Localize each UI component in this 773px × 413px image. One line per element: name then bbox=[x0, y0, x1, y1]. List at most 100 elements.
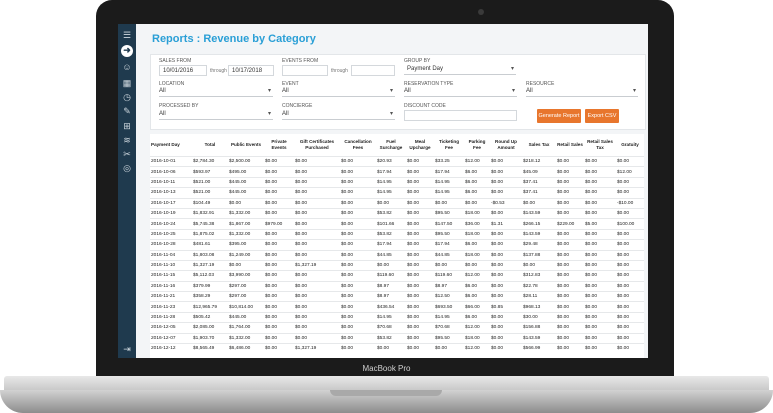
clock-icon[interactable]: ◷ bbox=[122, 92, 132, 102]
reservation-type-select[interactable]: All ▾ bbox=[404, 86, 517, 97]
table-cell: $0.00 bbox=[340, 322, 376, 334]
table-cell: $693.50 bbox=[434, 301, 464, 313]
column-header[interactable]: Gift Certificates Purchased bbox=[294, 134, 340, 157]
table-cell: $0.00 bbox=[264, 249, 294, 261]
layers-icon[interactable]: ≋ bbox=[122, 135, 132, 145]
table-cell: $0.00 bbox=[340, 228, 376, 240]
column-header[interactable]: Round Up Amount bbox=[490, 134, 522, 157]
table-cell: $12.00 bbox=[464, 155, 490, 167]
table-cell: $1,867.00 bbox=[228, 218, 264, 230]
table-cell: $0.00 bbox=[584, 270, 616, 282]
event-select[interactable]: All ▾ bbox=[282, 86, 395, 97]
column-header[interactable]: Cancellation Fees bbox=[340, 134, 376, 157]
column-header[interactable]: Meal Upcharge bbox=[406, 134, 434, 157]
table-cell: $104.49 bbox=[192, 197, 228, 209]
table-cell: $0.00 bbox=[490, 166, 522, 178]
cart-icon[interactable]: ⊞ bbox=[122, 121, 132, 131]
events-through-label: through bbox=[331, 68, 348, 74]
table-cell: $0.00 bbox=[376, 259, 406, 271]
table-cell: $95.50 bbox=[434, 228, 464, 240]
resource-select[interactable]: All ▾ bbox=[526, 86, 638, 97]
processed-by-select[interactable]: All ▾ bbox=[159, 109, 273, 120]
sales-to-input[interactable]: 10/17/2018 bbox=[228, 65, 274, 76]
calendar-icon[interactable]: ▦ bbox=[122, 78, 132, 88]
menu-icon[interactable]: ☰ bbox=[122, 30, 132, 40]
table-cell: $0.00 bbox=[556, 259, 584, 271]
table-cell: $0.00 bbox=[616, 259, 644, 271]
table-cell: $968.13 bbox=[522, 301, 556, 313]
concierge-select[interactable]: All ▾ bbox=[282, 109, 395, 120]
export-csv-button[interactable]: Export CSV bbox=[585, 109, 619, 123]
table-cell: $0.00 bbox=[264, 301, 294, 313]
table-cell: $12,965.79 bbox=[192, 301, 228, 313]
table-cell: $17.94 bbox=[434, 239, 464, 251]
column-header[interactable]: Payment Day bbox=[150, 134, 192, 157]
table-cell: $0.00 bbox=[340, 280, 376, 292]
table-cell: $0.00 bbox=[406, 197, 434, 209]
table-cell: $495.00 bbox=[228, 166, 264, 178]
column-header[interactable]: Fuel Surcharge bbox=[376, 134, 406, 157]
table-cell: $44.85 bbox=[376, 249, 406, 261]
generate-report-button[interactable]: Generate Report bbox=[537, 109, 581, 123]
table-cell: $445.00 bbox=[228, 311, 264, 323]
table-cell: $6.00 bbox=[464, 280, 490, 292]
table-cell: $2,500.00 bbox=[228, 155, 264, 167]
table-cell: $0.00 bbox=[264, 322, 294, 334]
table-cell: $0.00 bbox=[264, 280, 294, 292]
column-header[interactable]: Gratuity bbox=[616, 134, 644, 157]
table-cell: $1,832.91 bbox=[192, 207, 228, 219]
column-header[interactable]: Public Events bbox=[228, 134, 264, 157]
sales-from-input[interactable]: 10/01/2016 bbox=[159, 65, 207, 76]
location-select[interactable]: All ▾ bbox=[159, 86, 273, 97]
table-cell: $28.11 bbox=[522, 291, 556, 302]
table-cell: $0.00 bbox=[406, 187, 434, 199]
table-cell: $0.00 bbox=[616, 239, 644, 251]
table-cell: $0.00 bbox=[464, 259, 490, 271]
table-cell: $0.00 bbox=[294, 311, 340, 323]
user-icon[interactable]: ☺ bbox=[122, 62, 132, 72]
table-cell: -$10.00 bbox=[616, 197, 644, 209]
group-by-select[interactable]: Payment Day ▾ bbox=[404, 64, 516, 75]
table-cell: $0.00 bbox=[490, 176, 522, 188]
camera-icon bbox=[478, 9, 484, 15]
column-header[interactable]: Sales Tax bbox=[522, 134, 556, 157]
tag-icon[interactable]: ✎ bbox=[122, 106, 132, 116]
events-to-input[interactable] bbox=[351, 65, 395, 76]
globe-icon[interactable]: ◎ bbox=[122, 163, 132, 173]
column-header[interactable]: Total bbox=[192, 134, 228, 157]
column-header[interactable]: Ticketing Fee bbox=[434, 134, 464, 157]
tools-icon[interactable]: ✂ bbox=[122, 149, 132, 159]
table-cell: $297.00 bbox=[228, 291, 264, 302]
table-cell: $0.00 bbox=[340, 197, 376, 209]
column-header[interactable]: Parking Fee bbox=[464, 134, 490, 157]
table-cell: 2016-11-28 bbox=[150, 311, 192, 323]
table-cell: $0.00 bbox=[406, 207, 434, 219]
table-cell: $1,332.00 bbox=[228, 332, 264, 344]
column-header[interactable]: Retail Sales bbox=[556, 134, 584, 157]
table-cell: 2016-11-15 bbox=[150, 270, 192, 282]
table-cell: $0.00 bbox=[584, 332, 616, 344]
chevron-down-icon: ▾ bbox=[511, 88, 515, 94]
dashboard-icon[interactable]: ➜ bbox=[121, 45, 133, 57]
logout-icon[interactable]: ⇥ bbox=[122, 344, 132, 354]
table-row: 2016-11-21 $358.29 $297.00 $0.00 $0.00 $0.00 $… bbox=[150, 291, 644, 302]
table-cell: $2,784.30 bbox=[192, 155, 228, 167]
table-cell: $1,332.00 bbox=[228, 207, 264, 219]
table-cell: $101.66 bbox=[376, 218, 406, 230]
column-header[interactable]: Retail Sales Tax bbox=[584, 134, 616, 157]
table-row: 2016-12-05 $2,085.00 $1,764.00 $0.00 $0.00 $0… bbox=[150, 322, 644, 334]
table-cell: $0.00 bbox=[264, 176, 294, 188]
column-header[interactable]: Private Events bbox=[264, 134, 294, 157]
table-cell: $5,112.03 bbox=[192, 270, 228, 282]
discount-code-input[interactable] bbox=[404, 110, 517, 121]
table-row: 2016-11-04 $1,803.08 $1,249.00 $0.00 $0.00 $0… bbox=[150, 249, 644, 261]
table-cell: $29.48 bbox=[522, 239, 556, 251]
table-cell: $0.00 bbox=[584, 228, 616, 240]
events-from-input[interactable] bbox=[282, 65, 328, 76]
table-cell: $0.00 bbox=[584, 291, 616, 302]
table-row: 2016-10-06 $593.97 $495.00 $0.00 $0.00 $0.00 $… bbox=[150, 166, 644, 178]
table-cell: $0.00 bbox=[490, 187, 522, 199]
table-cell: $1,327.19 bbox=[294, 259, 340, 271]
table-cell: $8,565.49 bbox=[192, 343, 228, 354]
table-cell: $8.97 bbox=[376, 291, 406, 302]
